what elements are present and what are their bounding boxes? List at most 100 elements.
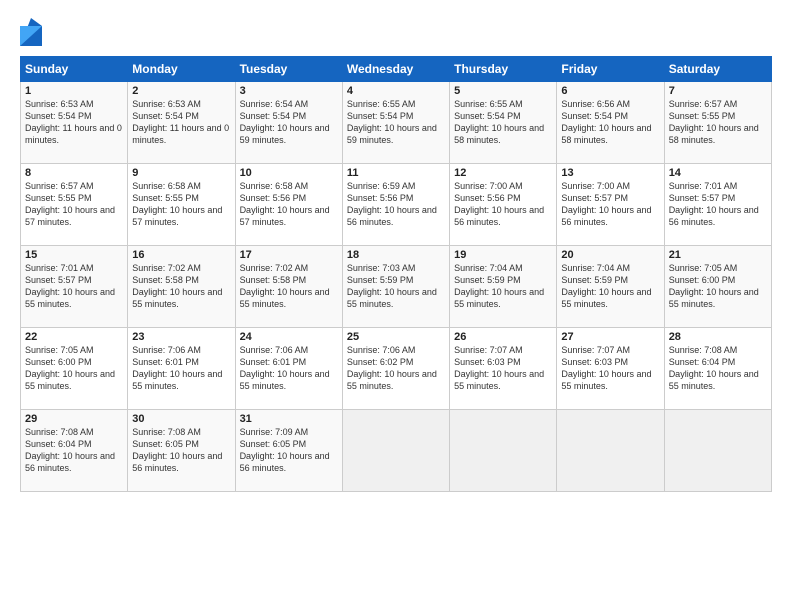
calendar-cell: 8 Sunrise: 6:57 AM Sunset: 5:55 PM Dayli… (21, 164, 128, 246)
page: SundayMondayTuesdayWednesdayThursdayFrid… (0, 0, 792, 612)
day-number: 9 (132, 167, 230, 179)
day-number: 15 (25, 249, 123, 261)
cell-info: Sunrise: 7:06 AM Sunset: 6:01 PM Dayligh… (240, 344, 338, 393)
cell-info: Sunrise: 7:02 AM Sunset: 5:58 PM Dayligh… (240, 262, 338, 311)
day-number: 13 (561, 167, 659, 179)
cell-info: Sunrise: 7:07 AM Sunset: 6:03 PM Dayligh… (561, 344, 659, 393)
day-number: 25 (347, 331, 445, 343)
calendar-cell: 10 Sunrise: 6:58 AM Sunset: 5:56 PM Dayl… (235, 164, 342, 246)
cell-info: Sunrise: 7:05 AM Sunset: 6:00 PM Dayligh… (669, 262, 767, 311)
cell-info: Sunrise: 7:08 AM Sunset: 6:04 PM Dayligh… (25, 426, 123, 475)
day-number: 14 (669, 167, 767, 179)
logo (20, 18, 46, 46)
day-number: 22 (25, 331, 123, 343)
calendar-cell: 25 Sunrise: 7:06 AM Sunset: 6:02 PM Dayl… (342, 328, 449, 410)
calendar-week-2: 8 Sunrise: 6:57 AM Sunset: 5:55 PM Dayli… (21, 164, 772, 246)
calendar-cell: 22 Sunrise: 7:05 AM Sunset: 6:00 PM Dayl… (21, 328, 128, 410)
calendar-cell: 4 Sunrise: 6:55 AM Sunset: 5:54 PM Dayli… (342, 82, 449, 164)
calendar-cell: 13 Sunrise: 7:00 AM Sunset: 5:57 PM Dayl… (557, 164, 664, 246)
day-number: 6 (561, 85, 659, 97)
cell-info: Sunrise: 7:03 AM Sunset: 5:59 PM Dayligh… (347, 262, 445, 311)
day-number: 27 (561, 331, 659, 343)
cell-info: Sunrise: 7:06 AM Sunset: 6:01 PM Dayligh… (132, 344, 230, 393)
day-number: 11 (347, 167, 445, 179)
calendar-cell: 6 Sunrise: 6:56 AM Sunset: 5:54 PM Dayli… (557, 82, 664, 164)
cell-info: Sunrise: 6:58 AM Sunset: 5:55 PM Dayligh… (132, 180, 230, 229)
cell-info: Sunrise: 6:59 AM Sunset: 5:56 PM Dayligh… (347, 180, 445, 229)
calendar-header-sunday: Sunday (21, 57, 128, 82)
calendar-cell: 12 Sunrise: 7:00 AM Sunset: 5:56 PM Dayl… (450, 164, 557, 246)
calendar-header-row: SundayMondayTuesdayWednesdayThursdayFrid… (21, 57, 772, 82)
calendar-header-wednesday: Wednesday (342, 57, 449, 82)
cell-info: Sunrise: 7:00 AM Sunset: 5:56 PM Dayligh… (454, 180, 552, 229)
calendar-cell: 9 Sunrise: 6:58 AM Sunset: 5:55 PM Dayli… (128, 164, 235, 246)
calendar-cell: 11 Sunrise: 6:59 AM Sunset: 5:56 PM Dayl… (342, 164, 449, 246)
calendar-cell: 24 Sunrise: 7:06 AM Sunset: 6:01 PM Dayl… (235, 328, 342, 410)
calendar-cell: 27 Sunrise: 7:07 AM Sunset: 6:03 PM Dayl… (557, 328, 664, 410)
calendar-cell: 5 Sunrise: 6:55 AM Sunset: 5:54 PM Dayli… (450, 82, 557, 164)
calendar-header-monday: Monday (128, 57, 235, 82)
cell-info: Sunrise: 6:55 AM Sunset: 5:54 PM Dayligh… (454, 98, 552, 147)
calendar-cell: 29 Sunrise: 7:08 AM Sunset: 6:04 PM Dayl… (21, 410, 128, 492)
calendar-cell: 3 Sunrise: 6:54 AM Sunset: 5:54 PM Dayli… (235, 82, 342, 164)
cell-info: Sunrise: 7:09 AM Sunset: 6:05 PM Dayligh… (240, 426, 338, 475)
calendar-cell (450, 410, 557, 492)
cell-info: Sunrise: 7:08 AM Sunset: 6:05 PM Dayligh… (132, 426, 230, 475)
calendar-cell: 23 Sunrise: 7:06 AM Sunset: 6:01 PM Dayl… (128, 328, 235, 410)
cell-info: Sunrise: 6:57 AM Sunset: 5:55 PM Dayligh… (25, 180, 123, 229)
calendar-cell: 31 Sunrise: 7:09 AM Sunset: 6:05 PM Dayl… (235, 410, 342, 492)
cell-info: Sunrise: 7:05 AM Sunset: 6:00 PM Dayligh… (25, 344, 123, 393)
cell-info: Sunrise: 7:02 AM Sunset: 5:58 PM Dayligh… (132, 262, 230, 311)
calendar-week-1: 1 Sunrise: 6:53 AM Sunset: 5:54 PM Dayli… (21, 82, 772, 164)
day-number: 17 (240, 249, 338, 261)
cell-info: Sunrise: 7:06 AM Sunset: 6:02 PM Dayligh… (347, 344, 445, 393)
day-number: 18 (347, 249, 445, 261)
calendar-cell: 17 Sunrise: 7:02 AM Sunset: 5:58 PM Dayl… (235, 246, 342, 328)
cell-info: Sunrise: 6:56 AM Sunset: 5:54 PM Dayligh… (561, 98, 659, 147)
logo-icon (20, 18, 42, 46)
day-number: 10 (240, 167, 338, 179)
calendar-cell: 26 Sunrise: 7:07 AM Sunset: 6:03 PM Dayl… (450, 328, 557, 410)
cell-info: Sunrise: 7:04 AM Sunset: 5:59 PM Dayligh… (561, 262, 659, 311)
calendar-cell (342, 410, 449, 492)
day-number: 19 (454, 249, 552, 261)
calendar-header-saturday: Saturday (664, 57, 771, 82)
cell-info: Sunrise: 6:53 AM Sunset: 5:54 PM Dayligh… (25, 98, 123, 147)
day-number: 12 (454, 167, 552, 179)
day-number: 7 (669, 85, 767, 97)
calendar-week-5: 29 Sunrise: 7:08 AM Sunset: 6:04 PM Dayl… (21, 410, 772, 492)
day-number: 2 (132, 85, 230, 97)
calendar-cell: 14 Sunrise: 7:01 AM Sunset: 5:57 PM Dayl… (664, 164, 771, 246)
calendar-cell (557, 410, 664, 492)
day-number: 30 (132, 413, 230, 425)
calendar-cell (664, 410, 771, 492)
day-number: 4 (347, 85, 445, 97)
cell-info: Sunrise: 7:04 AM Sunset: 5:59 PM Dayligh… (454, 262, 552, 311)
calendar-header-thursday: Thursday (450, 57, 557, 82)
calendar-week-3: 15 Sunrise: 7:01 AM Sunset: 5:57 PM Dayl… (21, 246, 772, 328)
calendar-cell: 1 Sunrise: 6:53 AM Sunset: 5:54 PM Dayli… (21, 82, 128, 164)
day-number: 28 (669, 331, 767, 343)
calendar-cell: 30 Sunrise: 7:08 AM Sunset: 6:05 PM Dayl… (128, 410, 235, 492)
day-number: 26 (454, 331, 552, 343)
cell-info: Sunrise: 6:58 AM Sunset: 5:56 PM Dayligh… (240, 180, 338, 229)
day-number: 16 (132, 249, 230, 261)
day-number: 3 (240, 85, 338, 97)
calendar-week-4: 22 Sunrise: 7:05 AM Sunset: 6:00 PM Dayl… (21, 328, 772, 410)
cell-info: Sunrise: 7:00 AM Sunset: 5:57 PM Dayligh… (561, 180, 659, 229)
cell-info: Sunrise: 6:53 AM Sunset: 5:54 PM Dayligh… (132, 98, 230, 147)
day-number: 1 (25, 85, 123, 97)
cell-info: Sunrise: 7:08 AM Sunset: 6:04 PM Dayligh… (669, 344, 767, 393)
day-number: 8 (25, 167, 123, 179)
cell-info: Sunrise: 7:01 AM Sunset: 5:57 PM Dayligh… (25, 262, 123, 311)
calendar-cell: 18 Sunrise: 7:03 AM Sunset: 5:59 PM Dayl… (342, 246, 449, 328)
calendar-cell: 2 Sunrise: 6:53 AM Sunset: 5:54 PM Dayli… (128, 82, 235, 164)
day-number: 21 (669, 249, 767, 261)
calendar-cell: 28 Sunrise: 7:08 AM Sunset: 6:04 PM Dayl… (664, 328, 771, 410)
cell-info: Sunrise: 7:07 AM Sunset: 6:03 PM Dayligh… (454, 344, 552, 393)
header (20, 18, 772, 46)
cell-info: Sunrise: 6:55 AM Sunset: 5:54 PM Dayligh… (347, 98, 445, 147)
cell-info: Sunrise: 6:54 AM Sunset: 5:54 PM Dayligh… (240, 98, 338, 147)
calendar-cell: 15 Sunrise: 7:01 AM Sunset: 5:57 PM Dayl… (21, 246, 128, 328)
cell-info: Sunrise: 6:57 AM Sunset: 5:55 PM Dayligh… (669, 98, 767, 147)
